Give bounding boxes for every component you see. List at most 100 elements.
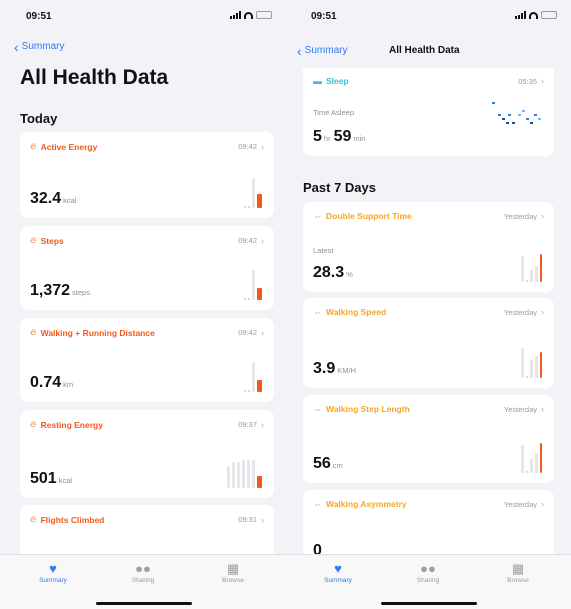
tab-label: Summary [39,577,67,584]
tab-browse[interactable]: ▦ Browse [488,561,548,584]
grid-icon: ▦ [511,561,525,576]
card-time: 05:35 [518,76,537,86]
status-bar: 09:51 [0,0,286,32]
mini-chart [244,354,262,392]
card-walking-asymmetry[interactable]: ⇔ Walking Asymmetry Yesterday › 0 [303,490,554,560]
card-steps[interactable]: 🔥︎ Steps 09:42 › 1,372 steps [20,226,274,310]
tab-sharing[interactable]: ●● Sharing [398,561,458,584]
battery-icon [541,11,557,19]
status-bar: 09:51 [285,0,571,32]
chevron-right-icon: › [541,404,544,414]
card-double-support-time[interactable]: ⇔ Double Support Time Yesterday › Latest… [303,202,554,292]
tab-bar: ♥ Summary ●● Sharing ▦ Browse [285,554,571,609]
card-walking-speed[interactable]: ⇔ Walking Speed Yesterday › 3.9 KM/H [303,298,554,388]
people-icon: ●● [135,561,151,576]
tab-summary[interactable]: ♥ Summary [308,561,368,584]
chevron-right-icon: › [261,327,264,338]
value-unit: cm [332,461,343,470]
flame-icon: 🔥︎ [30,141,37,151]
back-label: Summary [21,41,65,52]
mini-chart [227,450,262,488]
card-walking-running-distance[interactable]: 🔥︎ Walking + Running Distance 09:42 › 0.… [20,318,274,402]
chevron-right-icon: › [541,211,544,221]
card-value: 28.3% [313,264,353,282]
tab-bar: ♥ Summary ●● Sharing ▦ Browse [0,554,286,609]
card-label: Walking Step Length [326,404,410,414]
chevron-right-icon: › [541,499,544,509]
back-button[interactable]: ‹ Summary [297,42,348,59]
section-header-today: Today [20,111,58,126]
card-sleep[interactable]: ▬ Sleep 05:35 › Time Asleep 5 hr 59 min [303,68,554,156]
chevron-left-icon: ‹ [297,42,302,59]
chevron-right-icon: › [261,514,264,525]
status-time: 09:51 [311,11,337,22]
chevron-right-icon: › [261,235,264,246]
card-value: 0.74 km [30,374,73,392]
value-unit: KM/H [337,366,356,375]
card-value: 501 kcal [30,470,72,488]
card-label: Steps [40,235,64,246]
card-resting-energy[interactable]: 🔥︎ Resting Energy 09:37 › 501 kcal [20,410,274,498]
mini-chart [244,170,262,208]
sleep-chart [492,102,544,132]
screenshot: 09:51 ‹ Summary All Health Data Today 🔥︎… [0,0,571,609]
tab-label: Summary [324,577,352,584]
mini-chart [244,262,262,300]
tab-summary[interactable]: ♥ Summary [23,561,83,584]
card-value: 3.9 KM/H [313,360,356,378]
tab-browse[interactable]: ▦ Browse [203,561,263,584]
card-time: Yesterday [503,499,537,509]
bed-icon: ▬ [313,76,322,86]
card-label: Sleep [326,76,349,86]
status-icons [515,11,557,19]
home-indicator [96,602,192,605]
chevron-right-icon: › [541,307,544,317]
hours-unit: hr [323,134,331,143]
grid-icon: ▦ [226,561,240,576]
card-time: 09:42 [238,328,257,337]
walking-icon: ⇔ [313,211,322,221]
value-unit: % [346,270,353,279]
card-time: Yesterday [503,211,537,221]
people-icon: ●● [420,561,436,576]
status-time: 09:51 [26,11,52,22]
minutes-unit: min [353,134,366,143]
card-walking-step-length[interactable]: ⇔ Walking Step Length Yesterday › 56 cm [303,395,554,483]
tab-label: Sharing [131,577,155,584]
tab-label: Browse [222,577,244,584]
value-unit: steps [72,288,90,297]
section-header-past-7-days: Past 7 Days [303,180,376,195]
minutes-number: 59 [333,128,352,145]
battery-icon [256,11,272,19]
right-screen: 09:51 ‹ Summary All Health Data ▬ Sleep … [285,0,571,609]
card-label: Walking Asymmetry [326,499,407,509]
card-label: Walking Speed [326,307,387,317]
card-subtitle: Latest [313,246,334,255]
wifi-icon [244,11,253,19]
back-label: Summary [304,45,348,56]
card-label: Resting Energy [40,419,103,430]
card-active-energy[interactable]: 🔥︎ Active Energy 09:42 › 32.4 kcal [20,132,274,218]
card-value: 56 cm [313,455,343,473]
value-unit: kcal [63,196,77,205]
tab-label: Sharing [416,577,440,584]
card-time: Yesterday [503,404,537,414]
walking-icon: ⇔ [313,404,322,414]
value-unit: kcal [58,476,73,485]
heart-icon: ♥ [49,561,57,576]
value-number: 32.4 [30,190,62,207]
value-number: 1,372 [30,282,71,299]
back-button[interactable]: ‹ Summary [14,38,65,55]
card-time: 09:37 [238,420,257,429]
card-time: 09:42 [238,142,257,151]
chevron-left-icon: ‹ [14,38,19,55]
chevron-right-icon: › [261,419,264,430]
home-indicator [381,602,477,605]
card-label: Active Energy [40,141,98,152]
heart-icon: ♥ [334,561,342,576]
tab-sharing[interactable]: ●● Sharing [113,561,173,584]
value-number: 0.74 [30,374,62,391]
flame-icon: 🔥︎ [30,514,37,524]
value-number: 3.9 [313,360,336,377]
card-subtitle: Time Asleep [313,108,354,117]
